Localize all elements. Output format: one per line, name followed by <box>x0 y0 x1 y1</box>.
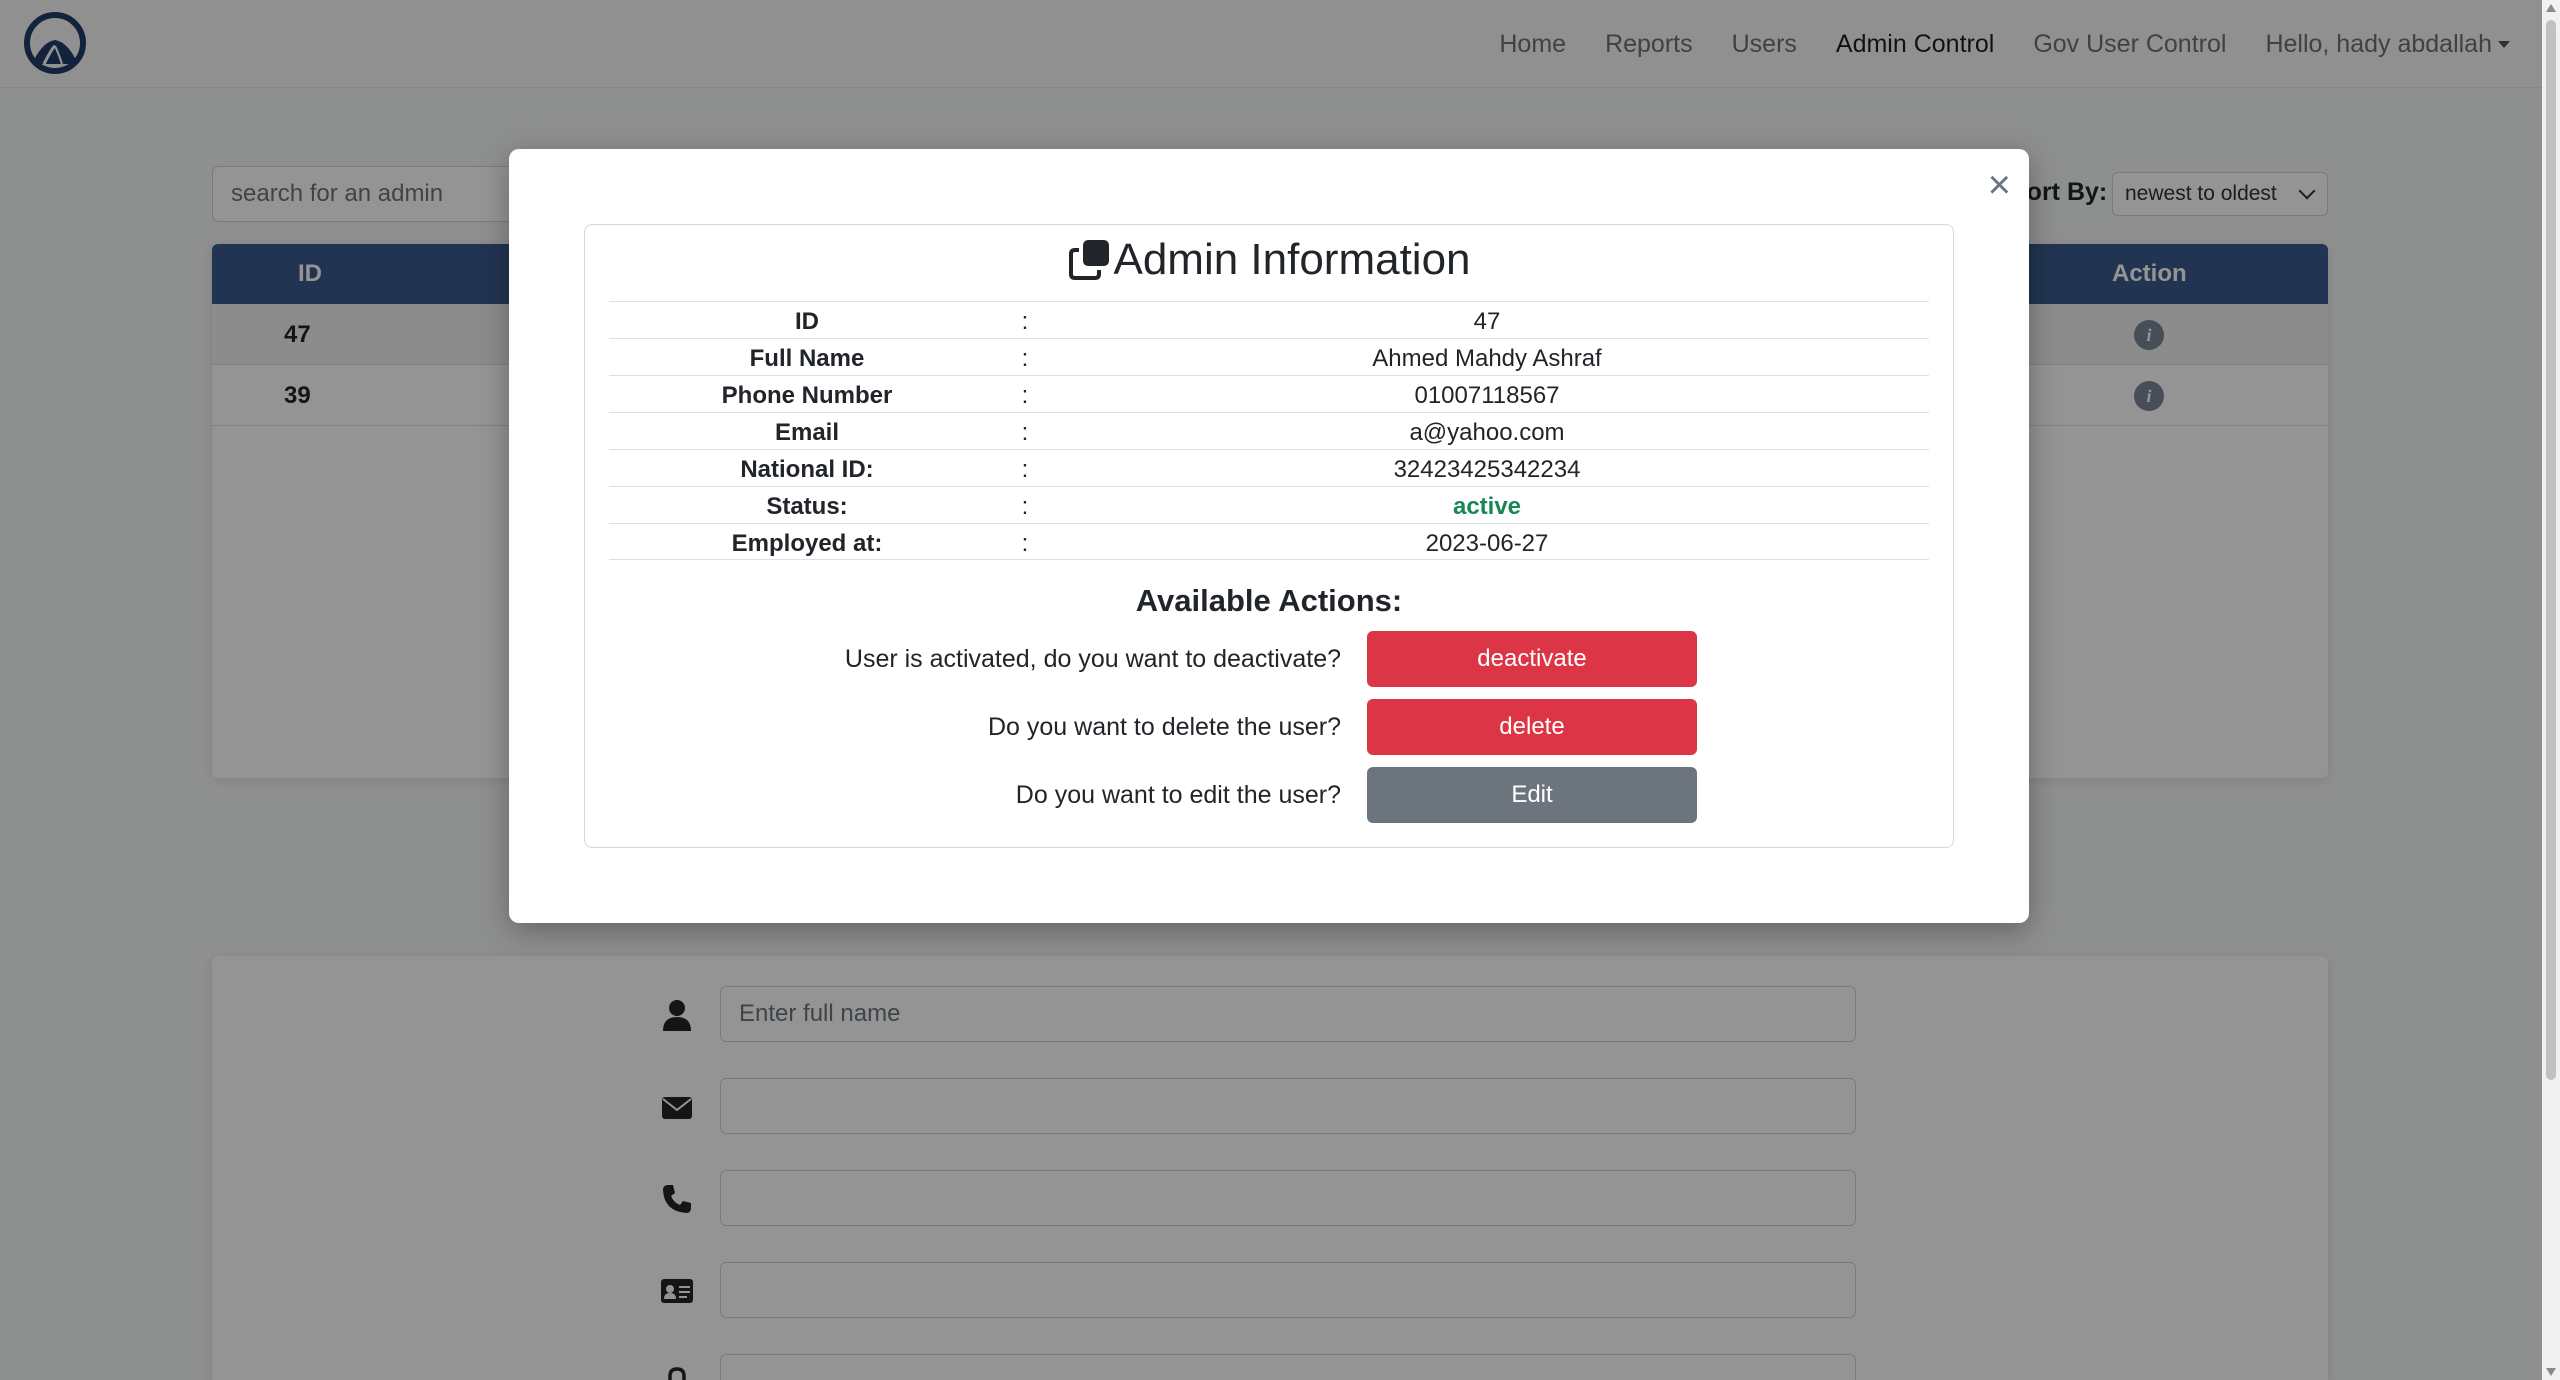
admin-info-card: Admin Information ID : 47 Full Name : Ah… <box>584 224 1954 848</box>
info-separator: : <box>1021 345 1029 372</box>
action-row-delete: Do you want to delete the user? delete <box>585 699 1953 755</box>
close-icon[interactable]: × <box>1988 165 2011 205</box>
info-row-national-id: National ID: : 32423425342234 <box>609 449 1929 486</box>
info-separator: : <box>1021 308 1029 335</box>
status-badge: active <box>1452 493 1522 520</box>
info-label: ID <box>795 308 819 335</box>
info-separator: : <box>1021 419 1029 446</box>
page-scrollbar[interactable] <box>2542 0 2560 1380</box>
info-label: Status: <box>766 493 848 520</box>
info-separator: : <box>1021 530 1029 557</box>
info-value: 2023-06-27 <box>1425 530 1549 557</box>
info-value: 01007118567 <box>1414 382 1560 409</box>
edit-button[interactable]: Edit <box>1367 767 1697 823</box>
action-prompt: Do you want to edit the user? <box>1015 781 1341 809</box>
info-separator: : <box>1021 456 1029 483</box>
info-label: Phone Number <box>721 382 893 409</box>
scrollbar-thumb[interactable] <box>2546 20 2556 1080</box>
info-label: Email <box>774 419 840 446</box>
info-row-status: Status: : active <box>609 486 1929 523</box>
actions-title: Available Actions: <box>1135 583 1403 618</box>
info-value: 47 <box>1473 308 1501 335</box>
info-value: a@yahoo.com <box>1409 419 1565 446</box>
action-prompt: User is activated, do you want to deacti… <box>844 645 1341 673</box>
info-row-email: Email : a@yahoo.com <box>609 412 1929 449</box>
scroll-down-arrow-icon[interactable] <box>2546 1368 2556 1376</box>
modal-title: Admin Information <box>585 235 1953 285</box>
admin-info-modal: × Admin Information ID : 47 Full Name : … <box>509 149 2029 923</box>
info-table: ID : 47 Full Name : Ahmed Mahdy Ashraf P… <box>609 301 1929 560</box>
info-label: Full Name <box>749 345 865 372</box>
info-label: Employed at: <box>731 530 883 557</box>
scroll-up-arrow-icon[interactable] <box>2546 4 2556 12</box>
modal-title-text: Admin Information <box>1113 235 1471 284</box>
info-value: Ahmed Mahdy Ashraf <box>1372 345 1602 372</box>
info-label: National ID: <box>740 456 874 483</box>
delete-button[interactable]: delete <box>1367 699 1697 755</box>
info-row-employed-at: Employed at: : 2023-06-27 <box>609 523 1929 560</box>
action-row-edit: Do you want to edit the user? Edit <box>585 767 1953 823</box>
info-row-id: ID : 47 <box>609 301 1929 338</box>
info-separator: : <box>1021 382 1029 409</box>
info-row-full-name: Full Name : Ahmed Mahdy Ashraf <box>609 338 1929 375</box>
action-prompt: Do you want to delete the user? <box>987 713 1341 741</box>
info-value: 32423425342234 <box>1393 456 1581 483</box>
info-separator: : <box>1021 493 1029 520</box>
copy-icon <box>1069 240 1110 280</box>
deactivate-button[interactable]: deactivate <box>1367 631 1697 687</box>
info-row-phone: Phone Number : 01007118567 <box>609 375 1929 412</box>
action-row-deactivate: User is activated, do you want to deacti… <box>585 631 1953 687</box>
